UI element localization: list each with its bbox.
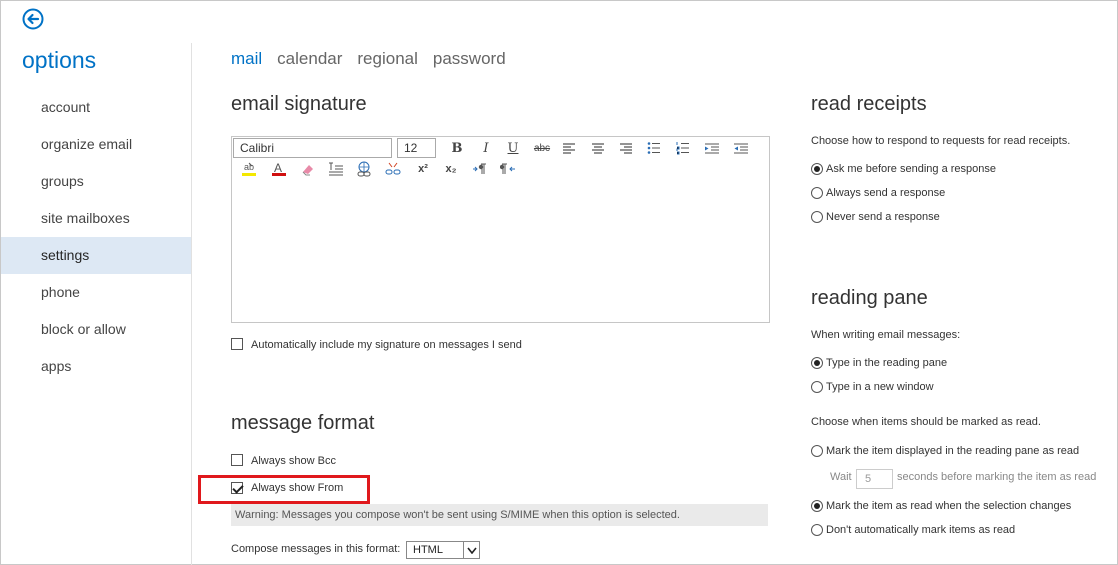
highlight-icon[interactable]: ab bbox=[238, 160, 260, 178]
read-receipts-description: Choose how to respond to requests for re… bbox=[811, 135, 1071, 147]
outdent-icon[interactable] bbox=[730, 139, 752, 157]
underline-icon[interactable]: U bbox=[502, 139, 524, 157]
wait-seconds-input[interactable]: 5 bbox=[856, 469, 893, 489]
wait-seconds-suffix: seconds before marking the item as read bbox=[897, 471, 1097, 483]
tab-regional[interactable]: regional bbox=[357, 49, 418, 69]
tab-mail[interactable]: mail bbox=[231, 49, 262, 69]
auto-include-signature-checkbox[interactable] bbox=[231, 338, 243, 350]
signature-editor[interactable]: B I U abc ab A bbox=[231, 136, 770, 323]
smime-warning: Warning: Messages you compose won't be s… bbox=[231, 504, 768, 526]
writing-messages-description: When writing email messages: bbox=[811, 329, 961, 341]
compose-format-value: HTML bbox=[413, 544, 443, 556]
sidebar-item-organize-email[interactable]: organize email bbox=[1, 126, 191, 163]
strikethrough-icon[interactable]: abc bbox=[531, 139, 553, 157]
message-format-section-title: message format bbox=[231, 412, 375, 434]
indent-icon[interactable] bbox=[701, 139, 723, 157]
rtl-icon[interactable] bbox=[497, 160, 519, 178]
read-receipts-section-title: read receipts bbox=[811, 93, 927, 115]
read-receipt-always-label[interactable]: Always send a response bbox=[826, 187, 945, 199]
align-center-icon[interactable] bbox=[587, 139, 609, 157]
sidebar-item-phone[interactable]: phone bbox=[1, 274, 191, 311]
mark-displayed-as-read-label[interactable]: Mark the item displayed in the reading p… bbox=[826, 445, 1079, 457]
clear-formatting-icon[interactable] bbox=[297, 160, 319, 178]
paragraph-format-icon[interactable] bbox=[325, 160, 347, 178]
compose-format-select[interactable]: HTML bbox=[406, 541, 480, 559]
sidebar-nav: account organize email groups site mailb… bbox=[1, 89, 191, 385]
mark-on-selection-change-radio[interactable] bbox=[811, 500, 823, 512]
sidebar-item-site-mailboxes[interactable]: site mailboxes bbox=[1, 200, 191, 237]
type-in-new-window-label[interactable]: Type in a new window bbox=[826, 381, 934, 393]
auto-include-signature-label[interactable]: Automatically include my signature on me… bbox=[251, 339, 522, 351]
sidebar-item-block-or-allow[interactable]: block or allow bbox=[1, 311, 191, 348]
type-in-reading-pane-label[interactable]: Type in the reading pane bbox=[826, 357, 947, 369]
always-show-bcc-checkbox[interactable] bbox=[231, 454, 243, 466]
type-in-reading-pane-radio[interactable] bbox=[811, 357, 823, 369]
always-show-from-checkbox[interactable] bbox=[231, 482, 243, 494]
font-name-input[interactable] bbox=[233, 138, 392, 158]
superscript-icon[interactable]: x² bbox=[412, 160, 434, 178]
tab-calendar[interactable]: calendar bbox=[277, 49, 342, 69]
bulleted-list-icon[interactable] bbox=[643, 139, 665, 157]
mark-on-selection-change-label[interactable]: Mark the item as read when the selection… bbox=[826, 500, 1071, 512]
dont-mark-as-read-radio[interactable] bbox=[811, 524, 823, 536]
numbered-list-icon[interactable] bbox=[672, 139, 694, 157]
mark-as-read-description: Choose when items should be marked as re… bbox=[811, 416, 1041, 428]
remove-link-icon[interactable] bbox=[382, 160, 404, 178]
read-receipt-never-label[interactable]: Never send a response bbox=[826, 211, 940, 223]
sidebar-item-settings[interactable]: settings bbox=[1, 237, 191, 274]
sidebar-item-apps[interactable]: apps bbox=[1, 348, 191, 385]
sidebar-item-account[interactable]: account bbox=[1, 89, 191, 126]
signature-section-title: email signature bbox=[231, 93, 367, 115]
read-receipt-ask-radio[interactable] bbox=[811, 163, 823, 175]
always-show-from-label[interactable]: Always show From bbox=[251, 482, 343, 494]
page-title: options bbox=[22, 47, 97, 73]
tab-password[interactable]: password bbox=[433, 49, 506, 69]
options-window: options account organize email groups si… bbox=[0, 0, 1118, 565]
align-right-icon[interactable] bbox=[615, 139, 637, 157]
mark-displayed-as-read-radio[interactable] bbox=[811, 445, 823, 457]
reading-pane-section-title: reading pane bbox=[811, 287, 928, 309]
dont-mark-as-read-label[interactable]: Don't automatically mark items as read bbox=[826, 524, 1015, 536]
sidebar-item-groups[interactable]: groups bbox=[1, 163, 191, 200]
nav-divider bbox=[191, 43, 192, 565]
svg-text:A: A bbox=[274, 161, 282, 175]
italic-icon[interactable]: I bbox=[475, 139, 497, 157]
ltr-icon[interactable] bbox=[469, 160, 491, 178]
always-show-bcc-label[interactable]: Always show Bcc bbox=[251, 455, 336, 467]
read-receipt-never-radio[interactable] bbox=[811, 211, 823, 223]
align-left-icon[interactable] bbox=[558, 139, 580, 157]
wait-label: Wait bbox=[830, 471, 852, 483]
bold-icon[interactable]: B bbox=[446, 139, 468, 157]
chevron-down-icon bbox=[463, 542, 479, 558]
read-receipt-always-radio[interactable] bbox=[811, 187, 823, 199]
font-color-icon[interactable]: A bbox=[268, 160, 290, 178]
read-receipt-ask-label[interactable]: Ask me before sending a response bbox=[826, 163, 996, 175]
subscript-icon[interactable]: x₂ bbox=[440, 160, 462, 178]
type-in-new-window-radio[interactable] bbox=[811, 381, 823, 393]
compose-format-label: Compose messages in this format: bbox=[231, 543, 401, 555]
settings-tabs: mail calendar regional password bbox=[231, 49, 506, 69]
font-size-input[interactable] bbox=[397, 138, 436, 158]
insert-link-icon[interactable] bbox=[353, 160, 375, 178]
back-arrow-icon[interactable] bbox=[21, 7, 45, 31]
